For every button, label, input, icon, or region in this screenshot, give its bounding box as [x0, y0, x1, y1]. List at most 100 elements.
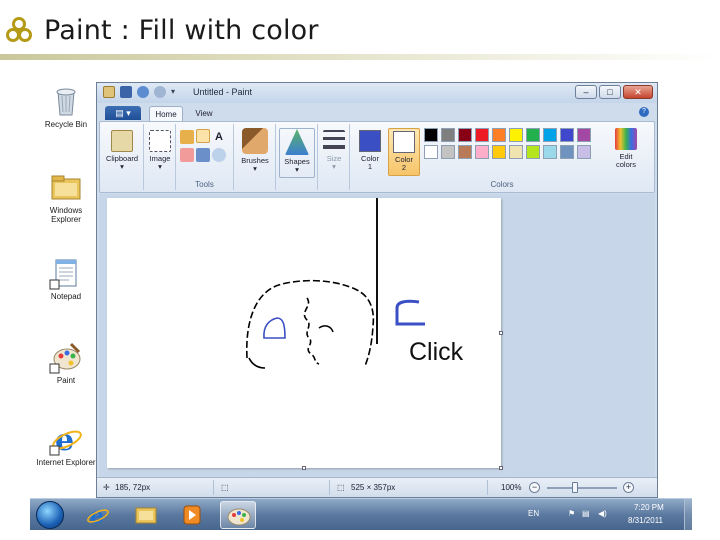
color2-number: 2: [401, 163, 407, 172]
language-indicator[interactable]: EN: [528, 509, 539, 518]
clock-date[interactable]: 8/31/2011: [628, 516, 663, 525]
media-player-icon: [183, 505, 201, 525]
canvas-size-icon: ⬚: [337, 483, 345, 492]
minimize-button[interactable]: ‒: [575, 85, 597, 99]
taskbar-internet-explorer[interactable]: e: [80, 501, 116, 529]
zoom-slider-thumb[interactable]: [572, 482, 578, 493]
palette-swatch[interactable]: [577, 145, 591, 159]
palette-swatch[interactable]: [492, 128, 506, 142]
clipboard-icon: [111, 130, 133, 152]
resize-handle-corner[interactable]: [499, 466, 503, 470]
chevron-down-icon: ▾: [332, 162, 336, 171]
maximize-button[interactable]: □: [599, 85, 621, 99]
palette-swatch[interactable]: [458, 128, 472, 142]
brushes-button[interactable]: Brushes ▾: [237, 128, 273, 173]
palette-swatch[interactable]: [458, 145, 472, 159]
desktop-icon-windows-explorer[interactable]: Windows Explorer: [36, 170, 96, 224]
undo-icon[interactable]: [137, 86, 149, 98]
palette-swatch[interactable]: [509, 128, 523, 142]
cursor-position-icon: ✛: [103, 483, 110, 492]
clipboard-button[interactable]: Clipboard ▾: [104, 130, 140, 171]
title-underline: [0, 54, 720, 60]
palette-swatch[interactable]: [424, 145, 438, 159]
paint-palette-icon: [49, 340, 83, 374]
palette-swatch[interactable]: [577, 128, 591, 142]
desktop-icon-label: Paint: [56, 376, 76, 385]
desktop-icon-label: Recycle Bin: [44, 120, 88, 129]
taskbar-media-player[interactable]: [174, 501, 210, 529]
palette-swatch[interactable]: [560, 145, 574, 159]
magnifier-icon[interactable]: [212, 148, 226, 162]
decorative-bullet-icon: [4, 15, 34, 45]
redo-icon[interactable]: [154, 86, 166, 98]
taskbar-windows-explorer[interactable]: [128, 501, 164, 529]
internet-explorer-icon: e: [87, 503, 109, 529]
palette-swatch[interactable]: [475, 128, 489, 142]
fill-bucket-icon[interactable]: [196, 129, 210, 143]
volume-icon[interactable]: ◀): [598, 509, 607, 518]
slide-title: Paint : Fill with color: [44, 14, 319, 46]
desktop-icon-notepad[interactable]: Notepad: [36, 256, 96, 301]
resize-handle-bottom[interactable]: [302, 466, 306, 470]
palette-swatch[interactable]: [543, 128, 557, 142]
tab-home[interactable]: Home: [149, 106, 183, 121]
palette-swatch[interactable]: [424, 128, 438, 142]
recycle-bin-icon: [49, 84, 83, 118]
resize-handle-right[interactable]: [499, 331, 503, 335]
desktop-icon-paint[interactable]: Paint: [36, 340, 96, 385]
shapes-group: Shapes ▾: [276, 124, 318, 190]
drawing-canvas[interactable]: [107, 198, 503, 470]
zoom-out-button[interactable]: −: [529, 482, 540, 493]
palette-swatch[interactable]: [441, 128, 455, 142]
color-spectrum-icon: [615, 128, 637, 150]
help-icon[interactable]: ?: [639, 107, 649, 117]
status-bar: ✛ 185, 72px ⬚ ⬚ 525 × 357px 100% − +: [97, 477, 657, 497]
click-annotation: Click: [409, 338, 464, 366]
size-group: Size ▾: [318, 124, 350, 190]
desktop-icon-recycle-bin[interactable]: Recycle Bin: [36, 84, 96, 129]
desktop: Recycle Bin Windows Explorer Notepad Pai…: [30, 78, 692, 530]
palette-swatch[interactable]: [475, 145, 489, 159]
screenshot: Recycle Bin Windows Explorer Notepad Pai…: [30, 78, 692, 530]
customize-qat-icon[interactable]: ▾: [171, 86, 179, 98]
svg-text:e: e: [90, 503, 104, 529]
zoom-slider-track[interactable]: [547, 487, 617, 489]
image-button[interactable]: Image ▾: [146, 130, 174, 171]
zoom-in-button[interactable]: +: [623, 482, 634, 493]
network-icon[interactable]: ▤: [582, 509, 590, 518]
paint-menu-button[interactable]: ▤ ▾: [105, 106, 141, 120]
save-icon[interactable]: [120, 86, 132, 98]
text-icon[interactable]: A: [212, 130, 226, 144]
close-button[interactable]: ✕: [623, 85, 653, 99]
chevron-down-icon: ▾: [120, 162, 124, 171]
palette-swatch[interactable]: [509, 145, 523, 159]
edit-colors-label: colors: [615, 160, 636, 169]
canvas-drawing: [246, 198, 425, 369]
image-group: Image ▾: [144, 124, 176, 190]
taskbar-paint[interactable]: [220, 501, 256, 529]
eraser-icon[interactable]: [180, 148, 194, 162]
clock-time[interactable]: 7:20 PM: [634, 503, 664, 512]
chevron-down-icon: ▾: [295, 165, 299, 174]
color1-button[interactable]: Color 1: [354, 128, 386, 176]
flag-icon[interactable]: ⚑: [568, 509, 575, 518]
start-button[interactable]: [36, 501, 64, 529]
pencil-icon[interactable]: [180, 130, 194, 144]
color-picker-icon[interactable]: [196, 148, 210, 162]
window-titlebar[interactable]: ▾ Untitled - Paint ‒ □ ✕: [97, 83, 657, 103]
palette-swatch[interactable]: [526, 128, 540, 142]
color2-button[interactable]: Color 2: [388, 128, 420, 176]
color1-swatch: [359, 130, 381, 152]
show-desktop-button[interactable]: [684, 499, 692, 530]
edit-colors-button[interactable]: Edit colors: [606, 128, 646, 169]
palette-swatch[interactable]: [526, 145, 540, 159]
palette-swatch[interactable]: [543, 145, 557, 159]
palette-swatch[interactable]: [441, 145, 455, 159]
tab-view[interactable]: View: [189, 106, 219, 121]
notepad-icon: [49, 256, 83, 290]
size-button[interactable]: Size ▾: [320, 130, 348, 171]
desktop-icon-internet-explorer[interactable]: e Internet Explorer: [36, 422, 96, 467]
palette-swatch[interactable]: [560, 128, 574, 142]
palette-swatch[interactable]: [492, 145, 506, 159]
shapes-button[interactable]: Shapes ▾: [279, 128, 315, 178]
